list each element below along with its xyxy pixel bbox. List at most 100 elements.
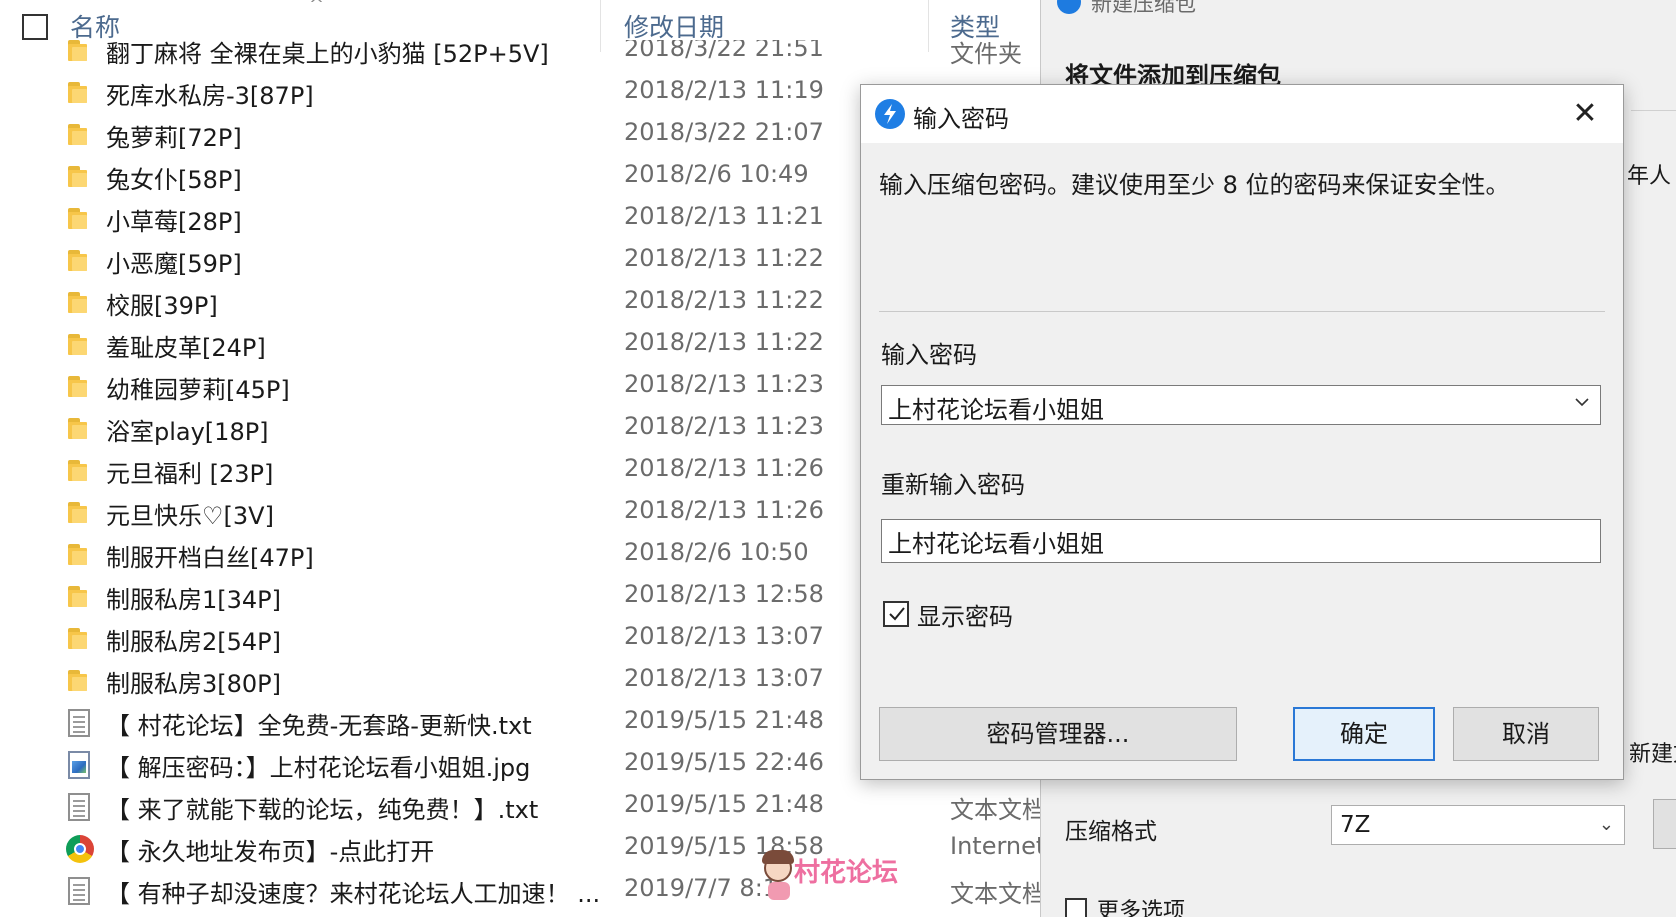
chevron-down-icon: ⌄: [1598, 814, 1614, 835]
file-modified-date: 2018/2/6 10:50: [624, 538, 809, 566]
partially-hidden-text: 新建文: [1629, 742, 1676, 767]
column-header-type[interactable]: 类型: [950, 8, 1000, 44]
confirm-password-value: 上村花论坛看小姐姐: [888, 530, 1104, 558]
partially-hidden-text: 年人: [1627, 164, 1672, 189]
format-options-button[interactable]: [1653, 799, 1676, 849]
divider: [1631, 110, 1676, 111]
password-dialog-title: 输入密码: [913, 105, 1009, 133]
folder-icon: [66, 289, 94, 317]
password-dialog: 输入密码 ✕ 输入压缩包密码。建议使用至少 8 位的密码来保证安全性。 输入密码…: [860, 84, 1624, 780]
file-name: 制服开档白丝[47P]: [106, 544, 314, 572]
folder-icon: [66, 457, 94, 485]
archive-format-label: 压缩格式: [1065, 819, 1157, 845]
watermark-mascot-body: [768, 882, 790, 900]
folder-icon: [66, 415, 94, 443]
bandizip-logo-icon: [1057, 0, 1081, 14]
more-options-label: 更多选项: [1097, 899, 1186, 917]
password-dialog-titlebar: 输入密码 ✕: [861, 85, 1623, 143]
file-modified-date: 2018/2/13 11:26: [624, 454, 824, 482]
folder-icon: [66, 541, 94, 569]
checkmark-icon: [889, 607, 905, 621]
file-modified-date: 2018/2/13 11:22: [624, 328, 824, 356]
password-field[interactable]: 上村花论坛看小姐姐: [888, 390, 1104, 425]
file-name: 翻丁麻将 全裸在桌上的小豹猫 [52P+5V]: [106, 40, 549, 68]
divider: [879, 311, 1605, 312]
file-name: 制服私房3[80P]: [106, 670, 282, 698]
text-file-icon: [66, 709, 94, 737]
file-name: 元旦快乐♡[3V]: [106, 502, 274, 530]
new-archive-title: 新建压缩包: [1091, 0, 1196, 16]
file-modified-date: 2018/2/13 13:07: [624, 622, 824, 650]
file-type: Internet: [950, 832, 1040, 860]
folder-icon: [66, 331, 94, 359]
close-icon[interactable]: ✕: [1565, 95, 1605, 133]
file-name: 幼稚园萝莉[45P]: [106, 376, 290, 404]
text-file-icon: [66, 877, 94, 905]
folder-icon: [66, 163, 94, 191]
folder-icon: [66, 205, 94, 233]
file-modified-date: 2018/2/13 13:07: [624, 664, 824, 692]
file-modified-date: 2019/5/15 21:48: [624, 790, 824, 818]
chrome-icon: [66, 835, 94, 863]
file-name: 校服[39P]: [106, 292, 218, 320]
folder-icon: [66, 499, 94, 527]
file-name: 【 永久地址发布页】-点此打开: [106, 838, 435, 866]
select-all-checkbox[interactable]: [22, 14, 48, 40]
password-label: 输入密码: [881, 341, 977, 369]
column-header-name[interactable]: 名称: [70, 8, 120, 44]
show-password-checkbox[interactable]: [883, 601, 909, 627]
folder-icon: [66, 667, 94, 695]
file-type: 文本文档: [950, 880, 1040, 908]
folder-icon: [66, 40, 94, 65]
file-name: 兔萝莉[72P]: [106, 124, 242, 152]
archive-format-value: 7Z: [1340, 812, 1371, 838]
file-modified-date: 2019/7/7 8:1: [624, 874, 779, 902]
chevron-down-icon[interactable]: [1574, 394, 1590, 410]
password-description: 输入压缩包密码。建议使用至少 8 位的密码来保证安全性。: [879, 171, 1510, 199]
text-file-icon: [66, 793, 94, 821]
file-modified-date: 2018/2/13 11:23: [624, 370, 824, 398]
new-archive-titlebar: 新建压缩包: [1041, 0, 1676, 26]
file-modified-date: 2018/2/13 11:19: [624, 76, 824, 104]
file-row[interactable]: 翻丁麻将 全裸在桌上的小豹猫 [52P+5V] 2018/3/22 21:51 文件…: [0, 40, 1040, 72]
folder-icon: [66, 583, 94, 611]
ok-button[interactable]: 确定: [1293, 707, 1435, 761]
archive-format-select[interactable]: 7Z ⌄: [1331, 805, 1625, 845]
watermark-mascot-icon: [762, 850, 794, 882]
file-type: 文件夹: [950, 40, 1022, 68]
folder-icon: [66, 121, 94, 149]
watermark: 村花论坛: [762, 850, 924, 902]
column-header-date[interactable]: 修改日期: [624, 8, 724, 44]
file-modified-date: 2018/2/13 11:26: [624, 496, 824, 524]
more-options-checkbox[interactable]: [1065, 898, 1087, 917]
file-row[interactable]: 【 来了就能下载的论坛，纯免费！】.txt 2019/5/15 21:48 文本文档: [0, 786, 1040, 828]
cancel-button[interactable]: 取消: [1453, 707, 1599, 761]
file-name: 元旦福利 [23P]: [106, 460, 274, 488]
file-modified-date: 2018/2/13 11:21: [624, 202, 824, 230]
file-name: 【 村花论坛】全免费-无套路-更新快.txt: [106, 712, 532, 740]
file-name: 死库水私房-3[87P]: [106, 82, 314, 110]
folder-icon: [66, 79, 94, 107]
folder-icon: [66, 247, 94, 275]
bandizip-logo-icon: [875, 99, 905, 129]
file-modified-date: 2018/3/22 21:51: [624, 40, 824, 62]
image-file-icon: [66, 751, 94, 779]
file-modified-date: 2019/5/15 22:46: [624, 748, 824, 776]
watermark-text: 村花论坛: [794, 858, 899, 888]
file-type: 文本文档: [950, 796, 1040, 824]
file-name: 【 解压密码：】上村花论坛看小姐姐.jpg: [106, 754, 531, 782]
password-combobox[interactable]: 上村花论坛看小姐姐: [881, 385, 1601, 425]
file-name: 制服私房1[34P]: [106, 586, 282, 614]
file-name: 兔女仆[58P]: [106, 166, 242, 194]
file-modified-date: 2018/2/13 11:22: [624, 244, 824, 272]
file-name: 【 来了就能下载的论坛，纯免费！】.txt: [106, 796, 539, 824]
file-modified-date: 2018/2/13 12:58: [624, 580, 824, 608]
file-modified-date: 2018/2/6 10:49: [624, 160, 809, 188]
confirm-password-field[interactable]: 上村花论坛看小姐姐: [881, 519, 1601, 563]
file-name: 羞耻皮革[24P]: [106, 334, 266, 362]
password-manager-button[interactable]: 密码管理器...: [879, 707, 1237, 761]
file-name: 浴室play[18P]: [106, 418, 269, 446]
file-modified-date: 2018/2/13 11:23: [624, 412, 824, 440]
sort-ascending-icon: ^: [309, 0, 325, 15]
show-password-label[interactable]: 显示密码: [917, 597, 1013, 632]
